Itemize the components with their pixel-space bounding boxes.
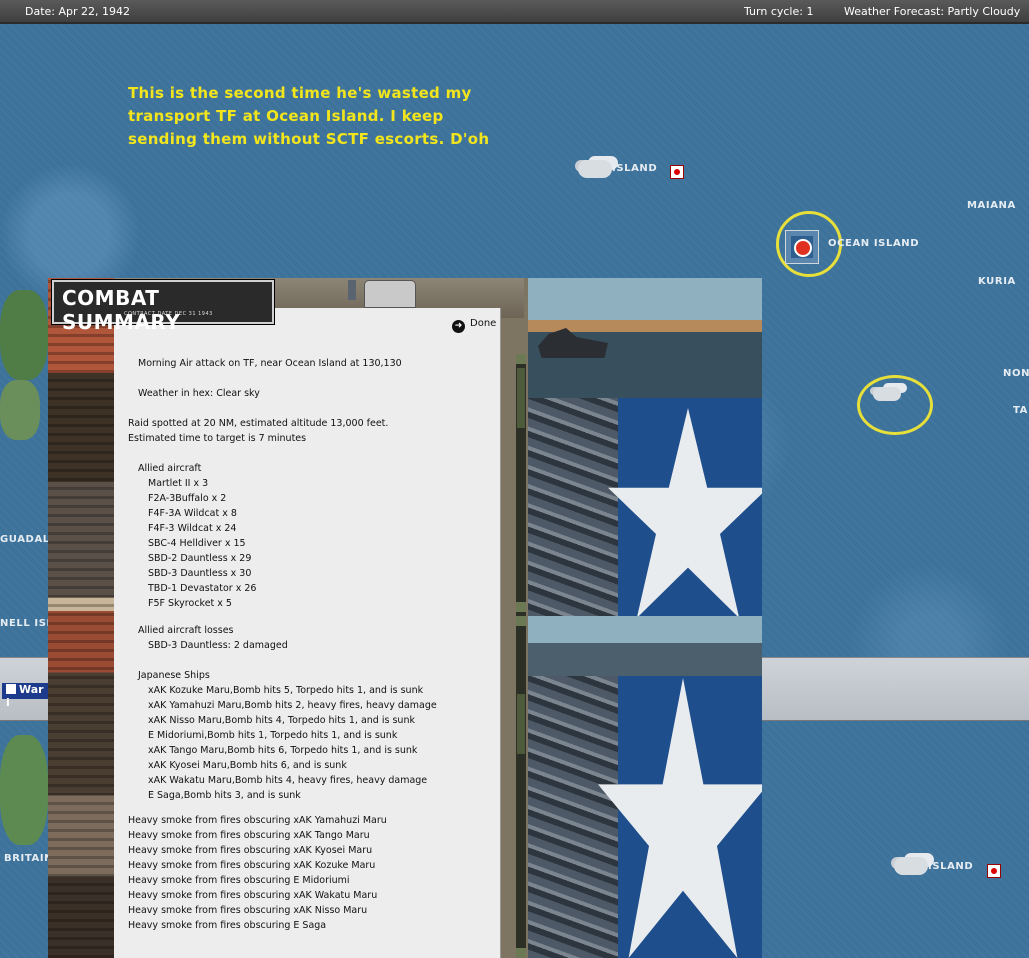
land-mass [0, 290, 48, 380]
report-line: SBC-4 Helldiver x 15 [148, 538, 246, 549]
report-line: E Saga,Bomb hits 3, and is sunk [148, 790, 301, 801]
report-line: Japanese Ships [138, 670, 210, 681]
weather-cloud-icon [894, 857, 928, 875]
report-line: Allied aircraft [138, 463, 202, 474]
done-button[interactable]: ➜ Done [452, 318, 506, 336]
status-bar: Date: Apr 22, 1942 Turn cycle: 1 Weather… [0, 0, 1029, 24]
combat-summary-logo: COMBAT SUMMARY CONTRACT DATE DEC 31 1943 [52, 280, 274, 334]
map-label-island: ISLAND [612, 163, 658, 174]
arrow-right-icon: ➜ [452, 320, 465, 333]
report-line: F2A-3Buffalo x 2 [148, 493, 227, 504]
map-label-ta: TA [1013, 405, 1028, 416]
report-line: Heavy smoke from fires obscuring E Midor… [128, 875, 350, 886]
map-label-guadal: GUADAL [0, 534, 50, 545]
report-line: Morning Air attack on TF, near Ocean Isl… [138, 358, 402, 369]
report-line: E Midoriumi,Bomb hits 1, Torpedo hits 1,… [148, 730, 398, 741]
star-insignia-icon [608, 408, 762, 618]
user-annotation: This is the second time he's wasted my t… [128, 82, 489, 151]
target-icon [794, 239, 812, 257]
report-line: F4F-3 Wildcat x 24 [148, 523, 237, 534]
scroll-up-button[interactable] [516, 616, 526, 626]
annotation-line: transport TF at Ocean Island. I keep [128, 107, 444, 125]
report-line: Heavy smoke from fires obscuring xAK Kyo… [128, 845, 373, 856]
report-line: Heavy smoke from fires obscuring E Saga [128, 920, 327, 931]
map-label-britain: BRITAIN [4, 853, 54, 864]
scroll-down-button[interactable] [516, 948, 526, 958]
report-line: Heavy smoke from fires obscuring xAK Tan… [128, 830, 370, 841]
deck-photo [528, 398, 618, 618]
report-line: Estimated time to target is 7 minutes [128, 433, 307, 444]
report-line: SBD-3 Dauntless x 30 [148, 568, 252, 579]
scroll-thumb[interactable] [517, 368, 525, 428]
weather-ring [857, 375, 933, 435]
combat-summary-dialog: COMBAT SUMMARY CONTRACT DATE DEC 31 1943… [48, 278, 762, 958]
dialog-subtitle: CONTRACT DATE DEC 31 1943 [124, 311, 213, 317]
clipboard-pin [348, 280, 356, 300]
report-line: F5F Skyrocket x 5 [148, 598, 232, 609]
report-line: TBD-1 Devastator x 26 [148, 583, 257, 594]
report-scrollbar[interactable] [516, 354, 526, 958]
battleship-photo [528, 278, 762, 398]
report-line: Heavy smoke from fires obscuring xAK Wak… [128, 890, 378, 901]
map-label-ocean-island: OCEAN ISLAND [828, 238, 920, 249]
report-line: xAK Kozuke Maru,Bomb hits 5, Torpedo hit… [148, 685, 424, 696]
report-line: Raid spotted at 20 NM, estimated altitud… [128, 418, 389, 429]
report-line: xAK Nisso Maru,Bomb hits 4, Torpedo hits… [148, 715, 415, 726]
scroll-up-button[interactable] [516, 354, 526, 364]
report-line: xAK Tango Maru,Bomb hits 6, Torpedo hits… [148, 745, 418, 756]
report-line: Heavy smoke from fires obscuring xAK Nis… [128, 905, 368, 916]
report-line: SBD-3 Dauntless: 2 damaged [148, 640, 288, 651]
map-label-nono: NONO [1003, 368, 1029, 379]
done-label: Done [470, 318, 497, 329]
japanese-base-icon[interactable] [987, 864, 1001, 878]
deck-photo [528, 676, 618, 958]
decorative-photo-strip [48, 278, 114, 958]
annotation-line: This is the second time he's wasted my [128, 84, 472, 102]
land-mass [0, 735, 48, 845]
japanese-base-icon[interactable] [670, 165, 684, 179]
map-label-maiana: MAIANA [967, 200, 1016, 211]
report-line: xAK Wakatu Maru,Bomb hits 4, heavy fires… [148, 775, 428, 786]
report-line: Allied aircraft losses [138, 625, 234, 636]
report-line: F4F-3A Wildcat x 8 [148, 508, 237, 519]
map-label-island: ISLAND [928, 861, 974, 872]
dialog-title: COMBAT SUMMARY [62, 286, 181, 334]
scroll-thumb[interactable] [517, 694, 525, 754]
map-label-kuria: KURIA [978, 276, 1016, 287]
report-line: xAK Yamahuzi Maru,Bomb hits 2, heavy fir… [148, 700, 437, 711]
land-mass [0, 380, 40, 440]
report-line: xAK Kyosei Maru,Bomb hits 6, and is sunk [148, 760, 347, 771]
window-icon [6, 684, 16, 694]
clipboard-clip [364, 280, 416, 308]
report-line: Martlet II x 3 [148, 478, 209, 489]
turn-cycle-label: Turn cycle: 1 [744, 5, 814, 18]
date-label: Date: Apr 22, 1942 [25, 5, 131, 18]
report-line: Heavy smoke from fires obscuring xAK Yam… [128, 815, 387, 826]
report-line: Weather in hex: Clear sky [138, 388, 260, 399]
weather-cloud-icon [578, 160, 612, 178]
weather-forecast-label: Weather Forecast: Partly Cloudy [844, 5, 1021, 18]
report-line: Heavy smoke from fires obscuring xAK Koz… [128, 860, 376, 871]
annotation-line: sending them without SCTF escorts. D'oh [128, 130, 490, 148]
decorative-photo-collage [528, 278, 762, 958]
task-force-icon[interactable] [785, 230, 819, 264]
report-line: SBD-2 Dauntless x 29 [148, 553, 252, 564]
weather-cloud-icon [873, 387, 901, 401]
star-insignia-icon [598, 678, 762, 958]
battleship-photo [528, 616, 762, 676]
scroll-down-button[interactable] [516, 602, 526, 612]
window-title[interactable]: War i [2, 683, 50, 709]
